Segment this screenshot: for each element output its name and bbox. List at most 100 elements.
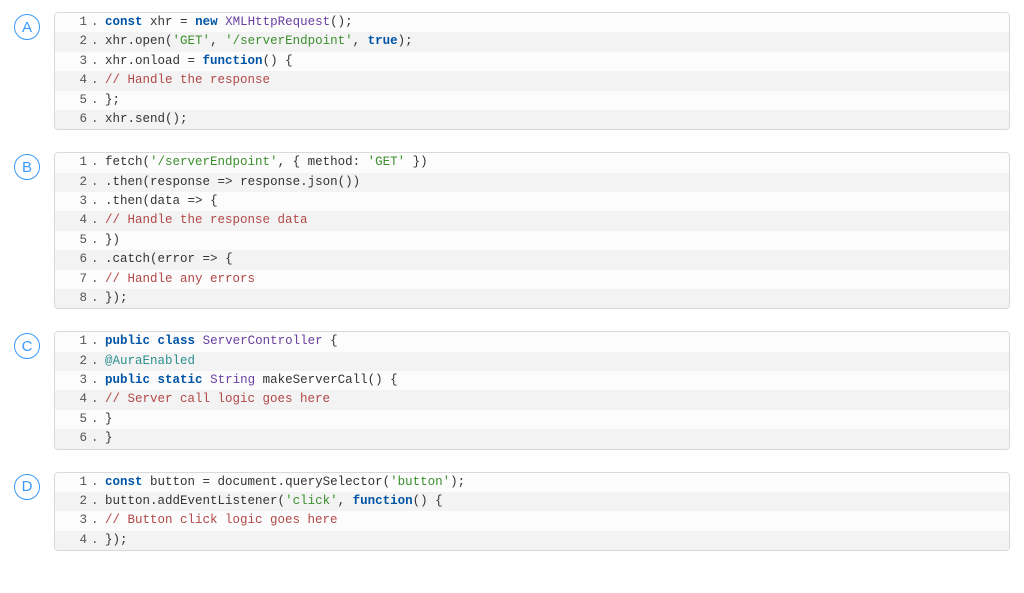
option-letter-badge[interactable]: A (14, 14, 40, 40)
code-line: 4.// Handle the response data (55, 211, 1009, 230)
code-content: button.addEventListener('click', functio… (101, 492, 999, 511)
line-number: 2 (55, 173, 91, 192)
code-content: fetch('/serverEndpoint', { method: 'GET'… (101, 153, 999, 172)
line-number: 2 (55, 492, 91, 511)
code-content: .then(response => response.json()) (101, 173, 999, 192)
line-number-dot: . (91, 231, 101, 250)
code-content: // Handle the response (101, 71, 999, 90)
code-block: 1.const button = document.querySelector(… (54, 472, 1010, 552)
code-line: 3.public static String makeServerCall() … (55, 371, 1009, 390)
code-line: 4.// Server call logic goes here (55, 390, 1009, 409)
option-letter-badge[interactable]: B (14, 154, 40, 180)
options-list: A1.const xhr = new XMLHttpRequest();2.xh… (14, 12, 1010, 551)
line-number-dot: . (91, 71, 101, 90)
code-line: 5.}) (55, 231, 1009, 250)
code-content: }); (101, 289, 999, 308)
line-number-dot: . (91, 492, 101, 511)
code-line: 6..catch(error => { (55, 250, 1009, 269)
line-number: 5 (55, 410, 91, 429)
code-line: 1.const xhr = new XMLHttpRequest(); (55, 13, 1009, 32)
code-block: 1.fetch('/serverEndpoint', { method: 'GE… (54, 152, 1010, 309)
line-number: 8 (55, 289, 91, 308)
line-number: 5 (55, 231, 91, 250)
code-content: @AuraEnabled (101, 352, 999, 371)
line-number: 6 (55, 429, 91, 448)
code-content: }); (101, 531, 999, 550)
line-number: 5 (55, 91, 91, 110)
code-content: xhr.onload = function() { (101, 52, 999, 71)
option-letter-badge[interactable]: D (14, 474, 40, 500)
code-line: 1.public class ServerController { (55, 332, 1009, 351)
code-line: 8.}); (55, 289, 1009, 308)
line-number-dot: . (91, 32, 101, 51)
code-line: 2.xhr.open('GET', '/serverEndpoint', tru… (55, 32, 1009, 51)
code-line: 3.xhr.onload = function() { (55, 52, 1009, 71)
line-number-dot: . (91, 531, 101, 550)
code-content: } (101, 429, 999, 448)
code-content: // Handle any errors (101, 270, 999, 289)
code-content: }) (101, 231, 999, 250)
line-number-dot: . (91, 332, 101, 351)
line-number-dot: . (91, 352, 101, 371)
option-a[interactable]: A1.const xhr = new XMLHttpRequest();2.xh… (14, 12, 1010, 130)
code-line: 6.} (55, 429, 1009, 448)
line-number-dot: . (91, 410, 101, 429)
code-content: xhr.open('GET', '/serverEndpoint', true)… (101, 32, 999, 51)
line-number-dot: . (91, 371, 101, 390)
code-block: 1.const xhr = new XMLHttpRequest();2.xhr… (54, 12, 1010, 130)
code-content: public static String makeServerCall() { (101, 371, 999, 390)
line-number: 1 (55, 153, 91, 172)
code-content: // Button click logic goes here (101, 511, 999, 530)
line-number: 2 (55, 352, 91, 371)
line-number-dot: . (91, 429, 101, 448)
line-number: 3 (55, 371, 91, 390)
code-line: 3..then(data => { (55, 192, 1009, 211)
line-number-dot: . (91, 173, 101, 192)
code-line: 3.// Button click logic goes here (55, 511, 1009, 530)
line-number: 3 (55, 192, 91, 211)
code-block: 1.public class ServerController {2.@Aura… (54, 331, 1010, 449)
option-c[interactable]: C1.public class ServerController {2.@Aur… (14, 331, 1010, 449)
code-line: 1.const button = document.querySelector(… (55, 473, 1009, 492)
line-number-dot: . (91, 52, 101, 71)
option-letter-badge[interactable]: C (14, 333, 40, 359)
line-number: 6 (55, 110, 91, 129)
line-number: 1 (55, 473, 91, 492)
line-number: 3 (55, 511, 91, 530)
code-line: 5.} (55, 410, 1009, 429)
code-content: public class ServerController { (101, 332, 999, 351)
code-content: } (101, 410, 999, 429)
option-d[interactable]: D1.const button = document.querySelector… (14, 472, 1010, 552)
code-line: 6.xhr.send(); (55, 110, 1009, 129)
code-content: // Handle the response data (101, 211, 999, 230)
line-number: 2 (55, 32, 91, 51)
line-number: 1 (55, 332, 91, 351)
code-content: .then(data => { (101, 192, 999, 211)
line-number-dot: . (91, 511, 101, 530)
line-number-dot: . (91, 153, 101, 172)
line-number: 7 (55, 270, 91, 289)
code-line: 4.}); (55, 531, 1009, 550)
code-line: 2.@AuraEnabled (55, 352, 1009, 371)
code-content: }; (101, 91, 999, 110)
code-line: 1.fetch('/serverEndpoint', { method: 'GE… (55, 153, 1009, 172)
line-number-dot: . (91, 250, 101, 269)
line-number: 4 (55, 531, 91, 550)
code-line: 2.button.addEventListener('click', funct… (55, 492, 1009, 511)
code-content: xhr.send(); (101, 110, 999, 129)
line-number-dot: . (91, 110, 101, 129)
code-content: const button = document.querySelector('b… (101, 473, 999, 492)
line-number: 4 (55, 390, 91, 409)
code-content: const xhr = new XMLHttpRequest(); (101, 13, 999, 32)
line-number-dot: . (91, 192, 101, 211)
option-b[interactable]: B1.fetch('/serverEndpoint', { method: 'G… (14, 152, 1010, 309)
line-number: 6 (55, 250, 91, 269)
line-number-dot: . (91, 13, 101, 32)
line-number: 1 (55, 13, 91, 32)
code-line: 2..then(response => response.json()) (55, 173, 1009, 192)
code-line: 7.// Handle any errors (55, 270, 1009, 289)
line-number: 4 (55, 211, 91, 230)
line-number-dot: . (91, 390, 101, 409)
code-line: 5.}; (55, 91, 1009, 110)
line-number-dot: . (91, 91, 101, 110)
